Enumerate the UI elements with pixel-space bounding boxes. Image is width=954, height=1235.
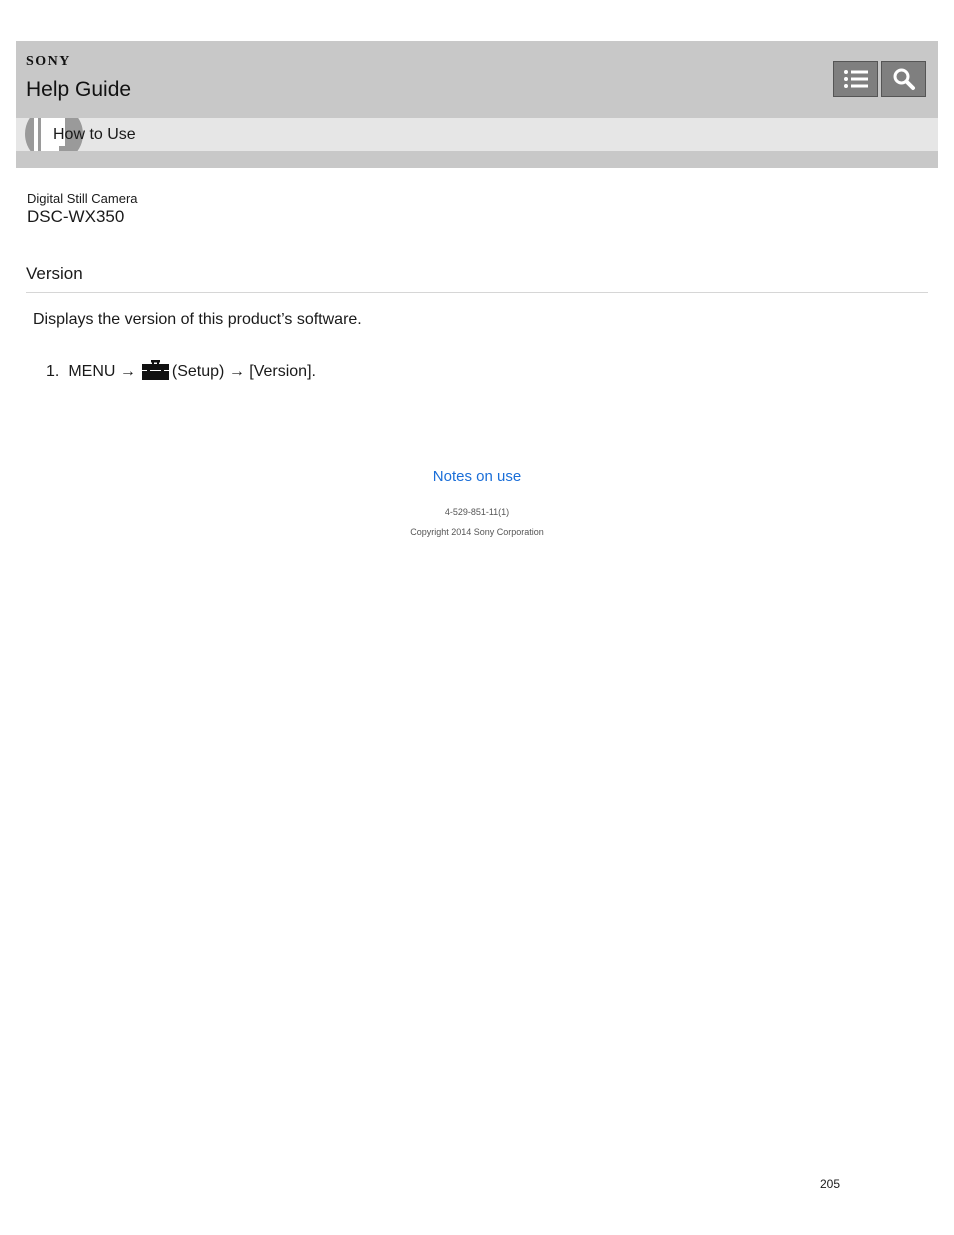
step-1: 1. MENU → (Setup) → [Version]. xyxy=(46,359,316,384)
page-description: Displays the version of this product’s s… xyxy=(33,311,362,328)
step-number: 1. xyxy=(46,362,60,380)
header: SONY Help Guide How to Use xyxy=(16,41,938,168)
search-button[interactable] xyxy=(881,61,926,97)
guide-title[interactable]: Help Guide xyxy=(26,78,131,102)
section-label[interactable]: How to Use xyxy=(53,126,136,144)
table-of-contents-button[interactable] xyxy=(833,61,878,97)
section-band: How to Use xyxy=(16,118,938,151)
product-model: DSC-WX350 xyxy=(27,207,125,226)
copyright: Copyright 2014 Sony Corporation xyxy=(410,527,544,537)
list-icon xyxy=(843,70,868,88)
notes-on-use-link[interactable]: Notes on use xyxy=(0,468,954,485)
toolbox-icon xyxy=(141,360,169,385)
page-title: Version xyxy=(26,264,83,283)
page-number: 205 xyxy=(820,1177,841,1191)
step-menu-text: MENU → xyxy=(68,362,136,380)
title-divider xyxy=(26,292,928,293)
step-setup-text: (Setup) → [Version]. xyxy=(171,362,316,380)
product-type: Digital Still Camera xyxy=(27,191,138,206)
brand-logo: SONY xyxy=(26,54,71,69)
document-number: 4-529-851-11(1) xyxy=(444,507,510,517)
search-icon xyxy=(893,68,915,90)
